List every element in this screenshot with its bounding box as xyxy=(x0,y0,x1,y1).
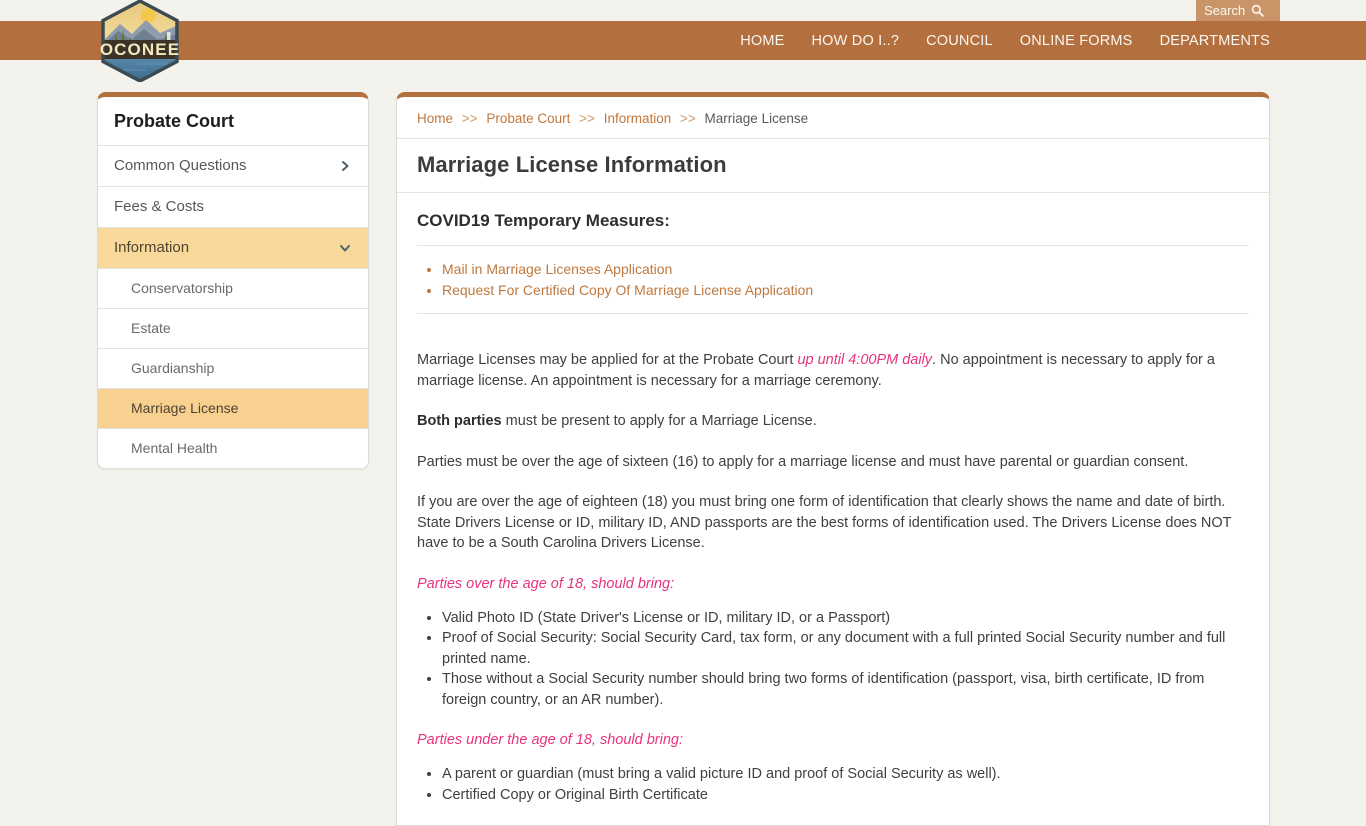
sidebar-item-label: Mental Health xyxy=(131,440,218,456)
sidebar-item-information[interactable]: Information xyxy=(98,228,368,269)
link-mail-in-application[interactable]: Mail in Marriage Licenses Application xyxy=(442,261,672,277)
sidebar-item-label: Common Questions xyxy=(114,157,247,174)
breadcrumb-separator: >> xyxy=(579,111,595,126)
list-item: Certified Copy or Original Birth Certifi… xyxy=(442,785,1249,806)
sidebar-item-conservatorship[interactable]: Conservatorship xyxy=(98,269,368,309)
breadcrumb-item-probate-court[interactable]: Probate Court xyxy=(486,111,570,126)
logo-text: OCONEE xyxy=(100,40,180,59)
breadcrumb-item-current: Marriage License xyxy=(704,111,809,126)
nav-item-online-forms[interactable]: ONLINE FORMS xyxy=(1020,33,1133,49)
content-card: Home >> Probate Court >> Information >> … xyxy=(396,92,1270,826)
chevron-right-icon[interactable] xyxy=(338,159,352,173)
list-item: Mail in Marriage Licenses Application xyxy=(442,259,1249,279)
search-icon[interactable] xyxy=(1251,4,1264,17)
list-item: Proof of Social Security: Social Securit… xyxy=(442,628,1249,669)
link-request-certified-copy[interactable]: Request For Certified Copy Of Marriage L… xyxy=(442,282,813,298)
list-over-18: Valid Photo ID (State Driver's License o… xyxy=(417,608,1249,711)
search-box[interactable]: Search xyxy=(1196,0,1280,21)
sidebar-title: Probate Court xyxy=(98,97,368,146)
site-header: HOME HOW DO I..? COUNCIL ONLINE FORMS DE… xyxy=(0,0,1366,82)
list-item: Request For Certified Copy Of Marriage L… xyxy=(442,280,1249,300)
nav-item-council[interactable]: COUNCIL xyxy=(926,33,993,49)
sidebar-item-fees-costs[interactable]: Fees & Costs xyxy=(98,187,368,228)
breadcrumb-separator: >> xyxy=(680,111,696,126)
breadcrumb-item-home[interactable]: Home xyxy=(417,111,453,126)
breadcrumb-separator: >> xyxy=(461,111,478,126)
paragraph-text-a: Marriage Licenses may be applied for at … xyxy=(417,352,798,368)
covid-heading: COVID19 Temporary Measures: xyxy=(417,211,670,230)
sidebar-item-label: Estate xyxy=(131,320,171,336)
page-title: Marriage License Information xyxy=(397,139,1269,193)
sidebar-item-estate[interactable]: Estate xyxy=(98,309,368,349)
sidebar-item-label: Marriage License xyxy=(131,400,239,416)
list-under-18: A parent or guardian (must bring a valid… xyxy=(417,764,1249,805)
sidebar-item-label: Information xyxy=(114,239,190,256)
paragraph-both-parties: Both parties must be present to apply fo… xyxy=(417,411,1249,432)
divider-top xyxy=(417,245,1249,246)
oconee-logo[interactable]: OCONEE xyxy=(98,0,182,82)
sidebar-item-label: Guardianship xyxy=(131,360,215,376)
sidebar-item-common-questions[interactable]: Common Questions xyxy=(98,146,368,187)
list-item: A parent or guardian (must bring a valid… xyxy=(442,764,1249,785)
sidebar: Probate Court Common Questions Fees & Co… xyxy=(97,92,369,469)
list-item: Valid Photo ID (State Driver's License o… xyxy=(442,608,1249,629)
breadcrumb: Home >> Probate Court >> Information >> … xyxy=(397,97,1269,139)
sidebar-item-mental-health[interactable]: Mental Health xyxy=(98,429,368,468)
search-label: Search xyxy=(1204,3,1246,18)
paragraph-apply-hours: Marriage Licenses may be applied for at … xyxy=(417,350,1249,391)
article-body: COVID19 Temporary Measures: Mail in Marr… xyxy=(397,193,1269,805)
both-parties-strong: Both parties xyxy=(417,413,502,429)
nav-item-home[interactable]: HOME xyxy=(740,33,784,49)
emphasis-hours: up until 4:00PM daily xyxy=(797,352,933,368)
sidebar-item-label: Conservatorship xyxy=(131,280,233,296)
main-navigation-bar: HOME HOW DO I..? COUNCIL ONLINE FORMS DE… xyxy=(0,21,1366,60)
sidebar-item-guardianship[interactable]: Guardianship xyxy=(98,349,368,389)
breadcrumb-item-information[interactable]: Information xyxy=(604,111,672,126)
sidebar-item-label: Fees & Costs xyxy=(114,198,205,215)
sidebar-item-marriage-license[interactable]: Marriage License xyxy=(98,389,368,429)
both-parties-rest: must be present to apply for a Marriage … xyxy=(501,413,817,429)
nav-item-how-do-i[interactable]: HOW DO I..? xyxy=(812,33,900,49)
covid-links-list: Mail in Marriage Licenses Application Re… xyxy=(417,259,1249,300)
nav-item-departments[interactable]: DEPARTMENTS xyxy=(1160,33,1270,49)
heading-under-18: Parties under the age of 18, should brin… xyxy=(417,732,684,748)
list-item: Those without a Social Security number s… xyxy=(442,669,1249,710)
heading-over-18: Parties over the age of 18, should bring… xyxy=(417,575,675,592)
nav-links: HOME HOW DO I..? COUNCIL ONLINE FORMS DE… xyxy=(740,21,1270,60)
chevron-down-icon[interactable] xyxy=(338,241,352,255)
paragraph-age-eighteen: If you are over the age of eighteen (18)… xyxy=(417,494,1232,551)
paragraph-age-sixteen: Parties must be over the age of sixteen … xyxy=(417,453,1189,470)
